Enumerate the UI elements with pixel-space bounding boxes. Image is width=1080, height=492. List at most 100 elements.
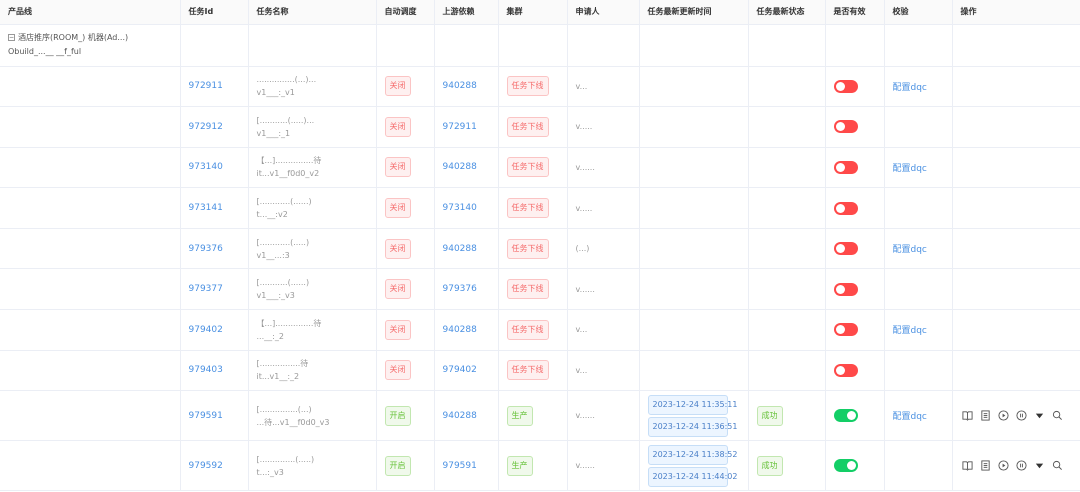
product-line-cell	[0, 106, 181, 148]
task-id-link[interactable]: 972912	[189, 122, 223, 132]
valid-toggle[interactable]	[833, 201, 858, 215]
auto-schedule-tag: 关闭	[384, 238, 411, 259]
product-line-cell	[0, 66, 181, 108]
cluster-tag: 任务下线	[506, 76, 549, 97]
column-header: 任务最新状态	[748, 0, 826, 25]
config-dqc-link[interactable]: 配置dqc	[893, 245, 927, 255]
config-dqc-link[interactable]: 配置dqc	[893, 83, 927, 93]
valid-toggle[interactable]	[833, 409, 858, 423]
valid-toggle[interactable]	[833, 282, 858, 296]
task-name-line1: [................待	[256, 359, 309, 369]
task-table: 产品线 任务Id 任务名称 自动调度 上游依赖 集群 申请人 任务最新更新时间 任务最新状态 是否…	[0, 0, 1080, 492]
task-id-link[interactable]: 979403	[189, 365, 223, 375]
task-name-line1: [..............(.....)	[256, 454, 315, 464]
auto-schedule-tag: 关闭	[384, 76, 411, 97]
auto-schedule-tag: 关闭	[384, 116, 411, 137]
table-row: 979591 [...............(...) ...待...v1__f…	[0, 390, 1080, 442]
valid-toggle[interactable]	[833, 120, 858, 134]
task-id-link[interactable]: 979591	[189, 411, 223, 421]
book-icon[interactable]	[961, 409, 975, 423]
task-id-link[interactable]: 972911	[189, 81, 223, 91]
valid-toggle[interactable]	[833, 363, 858, 377]
caret-down-icon[interactable]	[1033, 409, 1047, 423]
table-row: 979403 [................待 it...v1__:_2 关闭…	[0, 350, 1080, 392]
document-icon[interactable]	[979, 459, 993, 473]
pause-icon[interactable]	[1015, 409, 1029, 423]
book-icon[interactable]	[961, 459, 975, 473]
upstream-link[interactable]: 973140	[443, 203, 477, 213]
table-row: 972911 ...............(...)... v1___:_v1 …	[0, 66, 1080, 108]
upstream-link[interactable]: 972911	[443, 122, 477, 132]
product-line-cell	[0, 228, 181, 270]
task-name-line2: t...:_v3	[256, 467, 284, 477]
table-row: 972912 [...........(.....)... v1___:_1 关闭…	[0, 106, 1080, 148]
column-header: 产品线	[0, 0, 181, 25]
valid-toggle[interactable]	[833, 160, 858, 174]
task-id-link[interactable]: 979592	[189, 461, 223, 471]
product-line-cell	[0, 268, 181, 311]
column-header: 集群	[498, 0, 568, 25]
valid-toggle[interactable]	[833, 242, 858, 256]
config-dqc-link[interactable]: 配置dqc	[893, 326, 927, 336]
column-header: 任务名称	[248, 0, 377, 25]
task-name-line1: [............(......)	[256, 197, 312, 207]
table-row: 973140 【...]...............待 it...v1__f0d…	[0, 147, 1080, 189]
update-time-tag: 2023-12-24 11:35:11	[647, 394, 737, 415]
cluster-tag: 任务下线	[506, 279, 549, 300]
pause-icon[interactable]	[1015, 459, 1029, 473]
search-icon[interactable]	[1051, 459, 1065, 473]
task-id-link[interactable]: 979376	[189, 244, 223, 254]
config-dqc-link[interactable]: 配置dqc	[893, 412, 927, 422]
task-name-line2: v1___:_1	[256, 128, 291, 138]
task-id-link[interactable]: 979402	[189, 325, 223, 335]
upstream-link[interactable]: 940288	[443, 244, 477, 254]
valid-toggle[interactable]	[833, 79, 858, 93]
cluster-tag: 任务下线	[506, 360, 549, 381]
document-icon[interactable]	[979, 409, 993, 423]
cluster-tag: 任务下线	[506, 238, 549, 259]
auto-schedule-tag: 关闭	[384, 279, 411, 300]
task-id-link[interactable]: 979377	[189, 284, 223, 294]
collapse-icon[interactable]: −	[8, 34, 15, 41]
task-name-line2: v1___:_v1	[256, 88, 295, 98]
task-name-line1: ...............(...)...	[256, 75, 317, 85]
upstream-link[interactable]: 940288	[443, 162, 477, 172]
upstream-link[interactable]: 979591	[443, 461, 477, 471]
applicant: v.....	[575, 203, 593, 213]
upstream-link[interactable]: 940288	[443, 81, 477, 91]
task-name-line2: v1__...:3	[256, 250, 290, 260]
config-dqc-link[interactable]: 配置dqc	[893, 164, 927, 174]
valid-toggle[interactable]	[833, 459, 858, 473]
task-id-link[interactable]: 973141	[189, 203, 223, 213]
table-row: 979592 [..............(.....) t...:_v3 开启…	[0, 440, 1080, 492]
upstream-link[interactable]: 979376	[443, 284, 477, 294]
column-header: 上游依赖	[434, 0, 499, 25]
task-name-line1: [...........(......)	[256, 278, 310, 288]
applicant: v.....	[575, 122, 593, 132]
applicant: v......	[575, 461, 595, 471]
product-line-cell	[0, 147, 181, 189]
product-line-cell	[0, 187, 181, 229]
group-row: − 酒店推序(ROOM_) 机器(Ad...) Obuild_...__ __f_…	[0, 24, 1080, 67]
play-icon[interactable]	[997, 459, 1011, 473]
upstream-link[interactable]: 979402	[443, 365, 477, 375]
task-id-link[interactable]: 973140	[189, 162, 223, 172]
search-icon[interactable]	[1051, 409, 1065, 423]
task-name-line2: ...__:_2	[256, 331, 284, 341]
upstream-link[interactable]: 940288	[443, 411, 477, 421]
column-header: 校验	[884, 0, 953, 25]
task-name-line1: [...........(.....)...	[256, 115, 315, 125]
product-line-cell	[0, 440, 181, 492]
column-header: 是否有效	[825, 0, 885, 25]
column-header: 任务Id	[180, 0, 249, 25]
upstream-link[interactable]: 940288	[443, 325, 477, 335]
column-header: 任务最新更新时间	[639, 0, 749, 25]
update-time-tag: 2023-12-24 11:36:51	[647, 416, 737, 437]
table-header: 产品线 任务Id 任务名称 自动调度 上游依赖 集群 申请人 任务最新更新时间 任务最新状态 是否…	[0, 0, 1080, 25]
valid-toggle[interactable]	[833, 323, 858, 337]
update-time-tag: 2023-12-24 11:38:52	[647, 444, 737, 465]
task-name-line2: it...v1__:_2	[256, 372, 300, 382]
caret-down-icon[interactable]	[1033, 459, 1047, 473]
applicant: v...	[575, 325, 588, 335]
play-icon[interactable]	[997, 409, 1011, 423]
